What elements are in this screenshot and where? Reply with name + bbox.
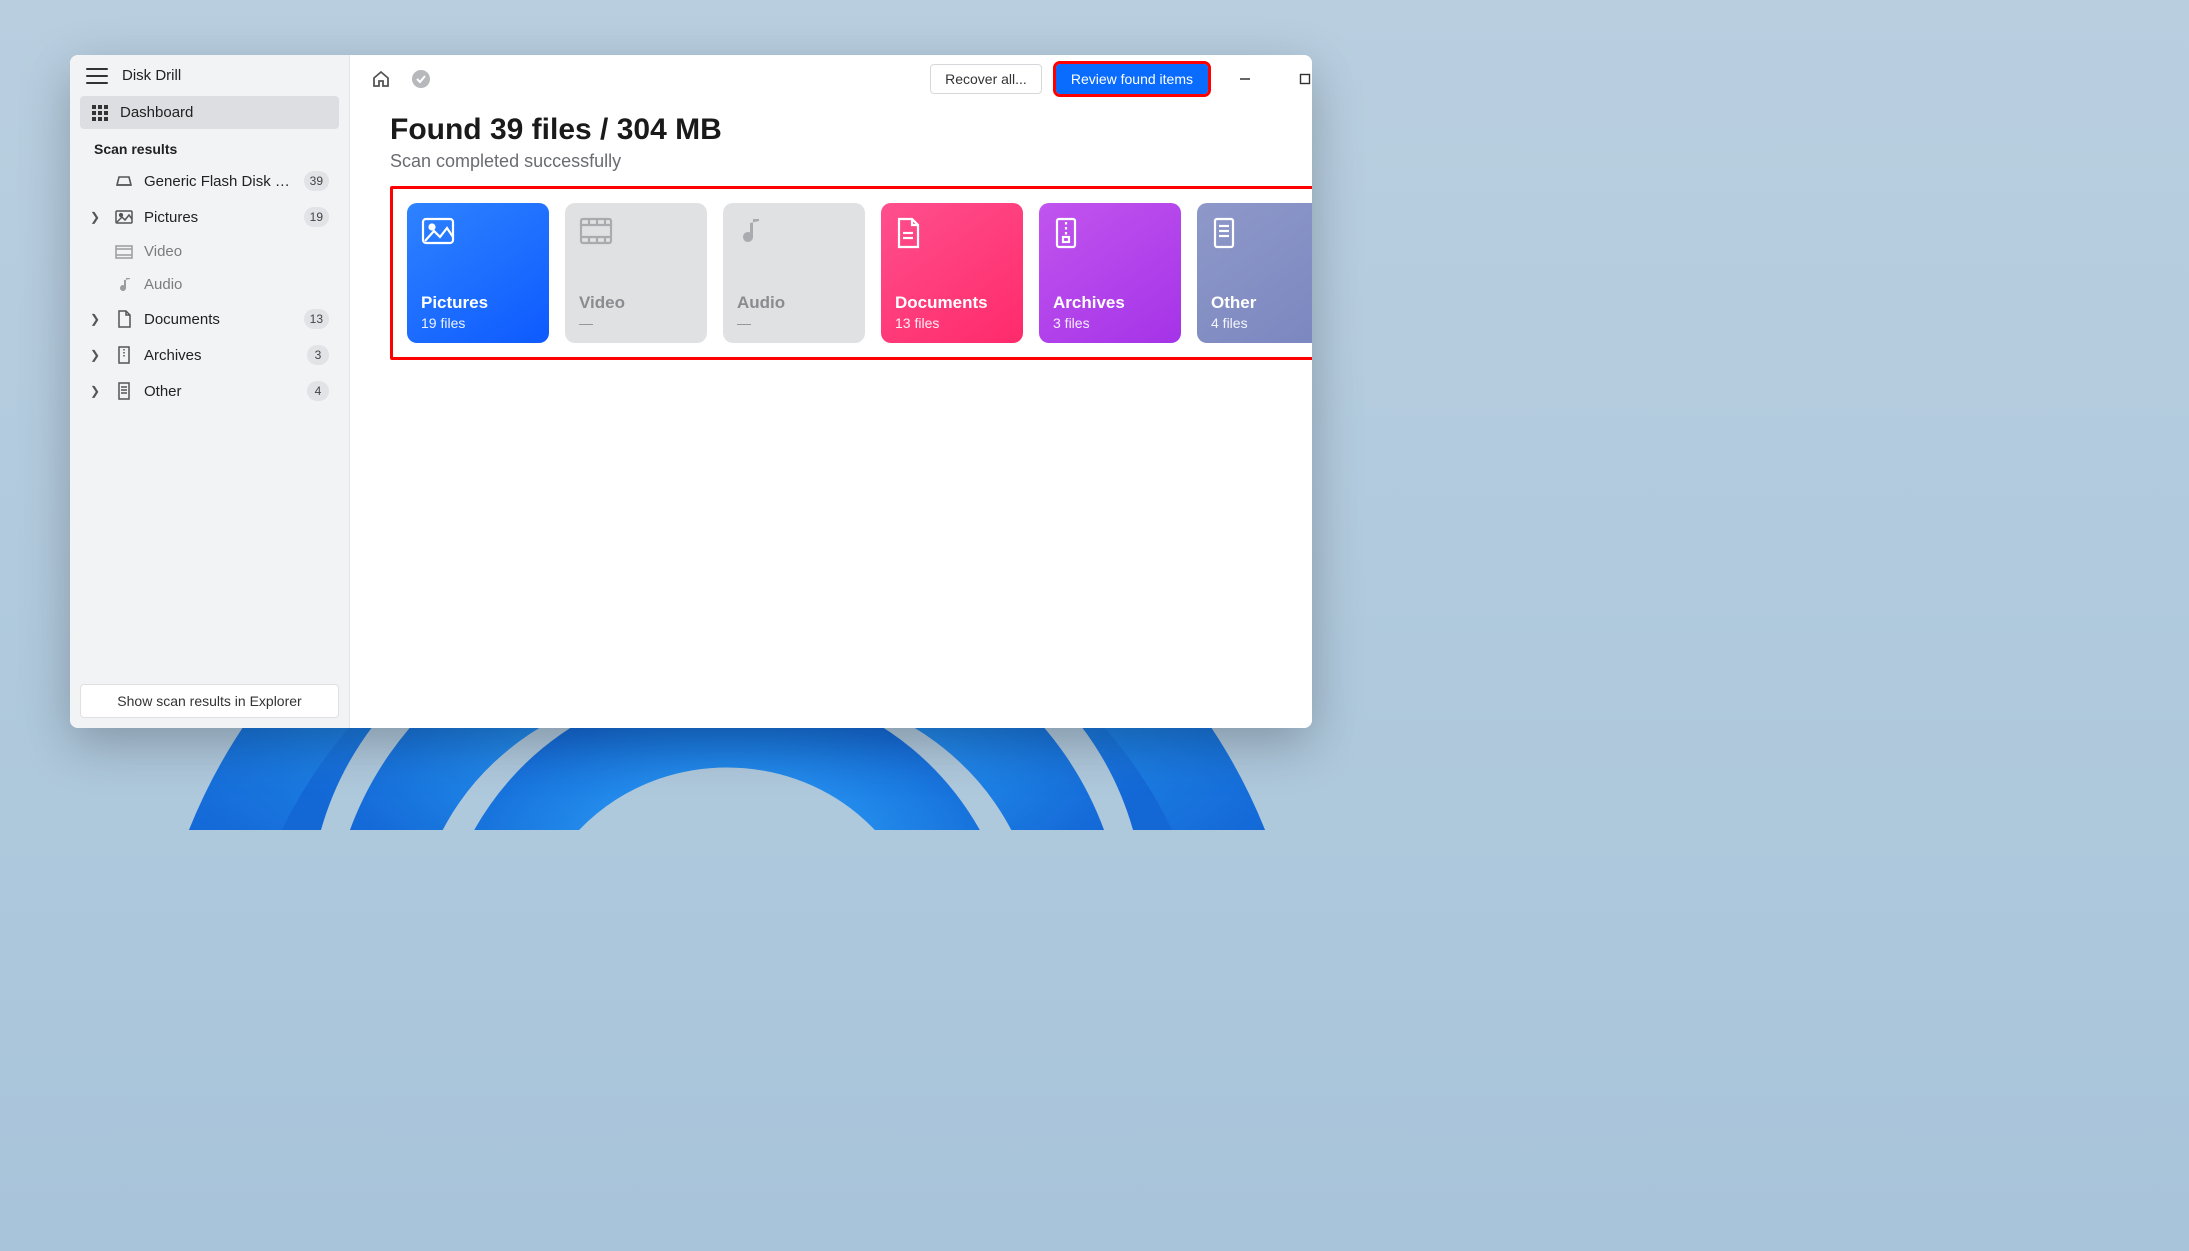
card-title: Archives	[1053, 293, 1167, 313]
check-circle-icon[interactable]	[408, 66, 434, 92]
card-sub: 4 files	[1211, 315, 1312, 331]
category-cards: Pictures 19 files Video —	[407, 203, 1312, 343]
audio-icon	[114, 277, 134, 293]
card-title: Audio	[737, 293, 851, 313]
card-title: Pictures	[421, 293, 535, 313]
card-pictures[interactable]: Pictures 19 files	[407, 203, 549, 343]
app-window: Disk Drill Dashboard Scan results Generi…	[70, 55, 1312, 728]
card-title: Video	[579, 293, 693, 313]
nav-pictures-count: 19	[304, 207, 329, 227]
nav-archives-count: 3	[307, 345, 329, 365]
document-icon	[895, 217, 1009, 255]
nav-device[interactable]: Generic Flash Disk USB D... 39	[80, 163, 339, 199]
card-documents[interactable]: Documents 13 files	[881, 203, 1023, 343]
chevron-right-icon: ❯	[90, 312, 104, 326]
card-title: Documents	[895, 293, 1009, 313]
main-panel: Recover all... Review found items Found …	[350, 55, 1312, 728]
content-area: Found 39 files / 304 MB Scan completed s…	[350, 103, 1312, 380]
results-subline: Scan completed successfully	[390, 151, 1312, 172]
nav-video[interactable]: Video	[80, 235, 339, 268]
chevron-right-icon: ❯	[90, 210, 104, 224]
card-sub: 19 files	[421, 315, 535, 331]
recover-all-button[interactable]: Recover all...	[930, 64, 1042, 94]
grid-icon	[90, 105, 110, 121]
nav-audio[interactable]: Audio	[80, 268, 339, 301]
chevron-right-icon: ❯	[90, 348, 104, 362]
nav-pictures-label: Pictures	[144, 209, 294, 226]
nav-audio-label: Audio	[144, 276, 329, 293]
image-icon	[114, 210, 134, 224]
nav-device-count: 39	[304, 171, 329, 191]
file-icon	[1211, 217, 1312, 255]
archive-icon	[114, 346, 134, 364]
menu-icon[interactable]	[86, 68, 108, 84]
card-title: Other	[1211, 293, 1312, 313]
image-icon	[421, 217, 535, 255]
card-archives[interactable]: Archives 3 files	[1039, 203, 1181, 343]
card-audio[interactable]: Audio —	[723, 203, 865, 343]
card-other[interactable]: Other 4 files	[1197, 203, 1312, 343]
document-icon	[114, 310, 134, 328]
show-in-explorer-button[interactable]: Show scan results in Explorer	[80, 684, 339, 718]
category-cards-highlight: Pictures 19 files Video —	[390, 186, 1312, 360]
maximize-button[interactable]	[1282, 59, 1312, 99]
card-sub: —	[737, 315, 851, 331]
app-title: Disk Drill	[122, 67, 181, 84]
video-icon	[114, 245, 134, 259]
nav-pictures[interactable]: ❯ Pictures 19	[80, 199, 339, 235]
file-icon	[114, 382, 134, 400]
sidebar-nav: Dashboard Scan results Generic Flash Dis…	[70, 96, 349, 409]
nav-video-label: Video	[144, 243, 329, 260]
nav-other[interactable]: ❯ Other 4	[80, 373, 339, 409]
audio-icon	[737, 217, 851, 255]
nav-documents[interactable]: ❯ Documents 13	[80, 301, 339, 337]
archive-icon	[1053, 217, 1167, 255]
nav-archives-label: Archives	[144, 347, 297, 364]
nav-dashboard[interactable]: Dashboard	[80, 96, 339, 129]
review-found-items-button[interactable]: Review found items	[1056, 64, 1208, 94]
drive-icon	[114, 175, 134, 187]
topbar: Recover all... Review found items	[350, 55, 1312, 103]
nav-documents-label: Documents	[144, 311, 294, 328]
nav-other-label: Other	[144, 383, 297, 400]
chevron-right-icon: ❯	[90, 384, 104, 398]
video-icon	[579, 217, 693, 255]
nav-archives[interactable]: ❯ Archives 3	[80, 337, 339, 373]
sidebar-section-label: Scan results	[80, 129, 339, 163]
nav-documents-count: 13	[304, 309, 329, 329]
results-headline: Found 39 files / 304 MB	[390, 113, 1312, 147]
card-sub: 13 files	[895, 315, 1009, 331]
home-icon[interactable]	[368, 66, 394, 92]
minimize-button[interactable]	[1222, 59, 1268, 99]
sidebar: Disk Drill Dashboard Scan results Generi…	[70, 55, 350, 728]
card-video[interactable]: Video —	[565, 203, 707, 343]
card-sub: 3 files	[1053, 315, 1167, 331]
nav-other-count: 4	[307, 381, 329, 401]
nav-device-label: Generic Flash Disk USB D...	[144, 173, 294, 190]
nav-dashboard-label: Dashboard	[120, 104, 329, 121]
sidebar-header: Disk Drill	[70, 55, 349, 96]
card-sub: —	[579, 315, 693, 331]
